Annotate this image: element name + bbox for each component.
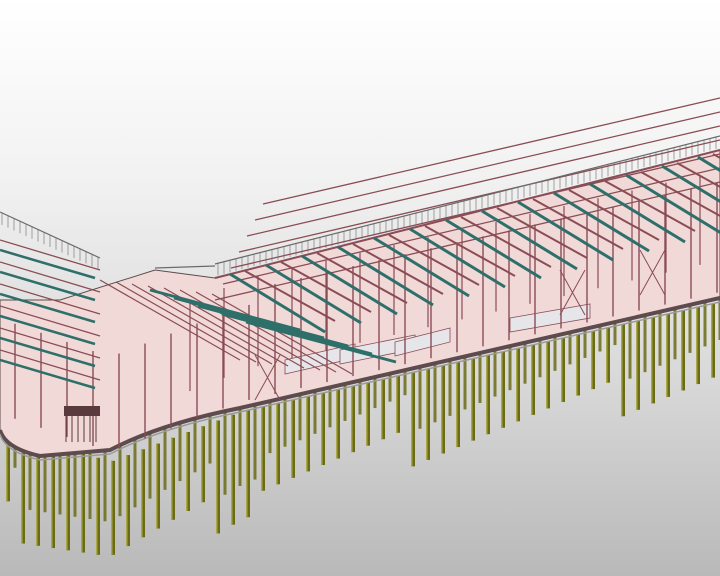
pile-highlight — [216, 420, 218, 534]
pile-highlight — [351, 386, 353, 453]
pile-highlight — [276, 403, 278, 485]
pile-highlight — [231, 414, 233, 525]
pile-highlight — [366, 382, 368, 446]
pile-highlight — [111, 460, 113, 555]
stair-top — [64, 406, 100, 416]
pile-highlight — [546, 341, 548, 409]
pile-highlight — [636, 320, 638, 410]
pile-highlight — [621, 324, 623, 417]
pile-rear — [148, 430, 152, 499]
pile-highlight — [426, 368, 428, 460]
pile-highlight — [156, 443, 158, 529]
pile-highlight — [606, 327, 608, 383]
pile-highlight — [531, 344, 533, 415]
pile-highlight — [126, 455, 128, 547]
pile-highlight — [441, 365, 443, 454]
pile-rear — [118, 442, 122, 517]
railing-top-corner — [154, 265, 216, 269]
pile-highlight — [396, 375, 398, 433]
pile-highlight — [651, 317, 653, 404]
pile-highlight — [681, 310, 683, 391]
pile-highlight — [321, 392, 323, 465]
pile-highlight — [711, 303, 713, 378]
pile-highlight — [576, 334, 578, 396]
pile-highlight — [516, 348, 518, 422]
pile-highlight — [171, 437, 173, 520]
pile-highlight — [591, 331, 593, 390]
pile-highlight — [141, 449, 143, 538]
pile-highlight — [246, 410, 248, 518]
pile-highlight — [51, 442, 53, 549]
pile-highlight — [96, 457, 98, 555]
pile-highlight — [81, 452, 83, 553]
pile-highlight — [471, 358, 473, 441]
pile-highlight — [501, 351, 503, 428]
pile-highlight — [186, 432, 188, 511]
model-viewport[interactable] — [0, 0, 720, 576]
pile-highlight — [666, 313, 668, 397]
pile-rear — [178, 419, 182, 482]
pile-highlight — [336, 389, 338, 459]
pile-highlight — [381, 379, 383, 440]
pile-highlight — [411, 372, 413, 467]
pile-highlight — [201, 426, 203, 503]
pile-highlight — [561, 337, 563, 402]
pile-highlight — [291, 399, 293, 478]
pile-highlight — [306, 396, 308, 472]
pile-rear — [163, 424, 167, 490]
pile-highlight — [456, 362, 458, 448]
pile-highlight — [696, 307, 698, 385]
pile-rear — [103, 444, 107, 522]
pile-highlight — [66, 447, 68, 551]
structural-model-3d — [0, 97, 720, 555]
pile-rear — [133, 436, 137, 508]
pile-highlight — [261, 406, 263, 491]
pile-highlight — [486, 355, 488, 435]
